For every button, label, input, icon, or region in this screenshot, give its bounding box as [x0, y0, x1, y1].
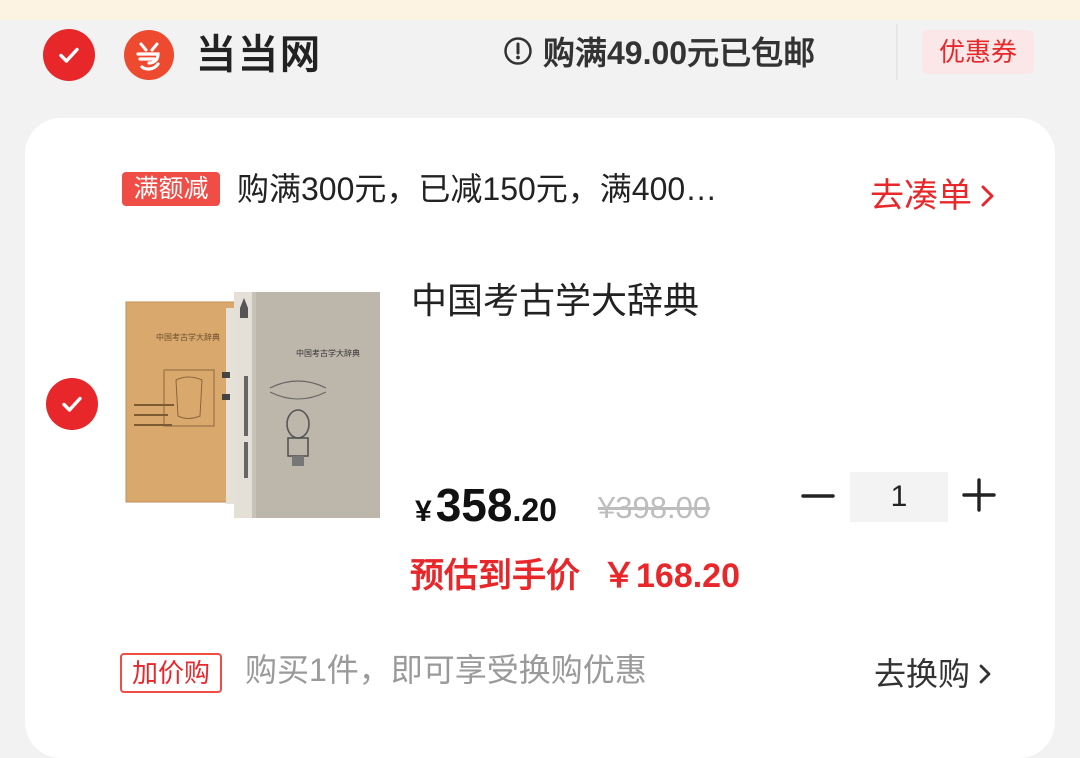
- chevron-right-icon: [979, 664, 991, 684]
- addon-text: 购买1件，即可享受换购优惠: [245, 652, 647, 688]
- free-shipping-notice: 购满49.00元已包邮: [503, 33, 815, 71]
- price-integer: 358: [435, 479, 513, 531]
- dangdang-logo-icon: [124, 30, 174, 80]
- price-decimal: .20: [512, 492, 557, 528]
- add-more-items-label: 去凑单: [870, 177, 972, 215]
- price-currency: ¥: [415, 495, 432, 528]
- cover-title: 中国考古学大辞典: [296, 348, 360, 358]
- item-select-checkbox[interactable]: [46, 378, 98, 430]
- header-divider: [896, 24, 898, 80]
- product-image[interactable]: 中国考古学大辞典 中国考古学大辞典: [120, 288, 382, 526]
- coupon-button[interactable]: 优惠券: [922, 30, 1034, 74]
- original-price: ¥398.00: [598, 490, 711, 525]
- quantity-decrease-button[interactable]: [797, 476, 839, 516]
- quantity-increase-button[interactable]: [958, 474, 1000, 516]
- current-price: ¥ 358 .20: [415, 478, 557, 532]
- chevron-right-icon: [981, 185, 994, 207]
- promo-text: 购满300元，已减150元，满400…: [237, 171, 718, 207]
- store-select-checkbox[interactable]: [43, 29, 95, 81]
- estimated-price: 预估到手价 ￥168.20: [410, 552, 740, 600]
- shipping-text: 购满49.00元已包邮: [543, 35, 816, 71]
- estimated-price-value: ￥168.20: [602, 557, 740, 595]
- product-title[interactable]: 中国考古学大辞典: [411, 278, 699, 324]
- promo-tag: 满额减: [122, 172, 220, 206]
- info-icon: [504, 37, 532, 65]
- exchange-purchase-label: 去换购: [874, 656, 971, 692]
- addon-tag: 加价购: [120, 653, 222, 693]
- quantity-input[interactable]: 1: [850, 472, 948, 522]
- checkmark-icon: [59, 47, 79, 63]
- plus-icon: [962, 478, 996, 512]
- top-banner-strip: [0, 0, 1080, 20]
- add-more-items-link[interactable]: 去凑单: [870, 173, 998, 219]
- slipcase-title: 中国考古学大辞典: [156, 332, 220, 342]
- estimated-price-label: 预估到手价: [410, 557, 580, 595]
- exchange-purchase-link[interactable]: 去换购: [874, 652, 996, 696]
- minus-icon: [801, 494, 835, 498]
- store-header: 当当网 购满49.00元已包邮 优惠券: [0, 20, 1080, 90]
- store-name[interactable]: 当当网: [196, 30, 322, 80]
- checkmark-icon: [62, 396, 82, 412]
